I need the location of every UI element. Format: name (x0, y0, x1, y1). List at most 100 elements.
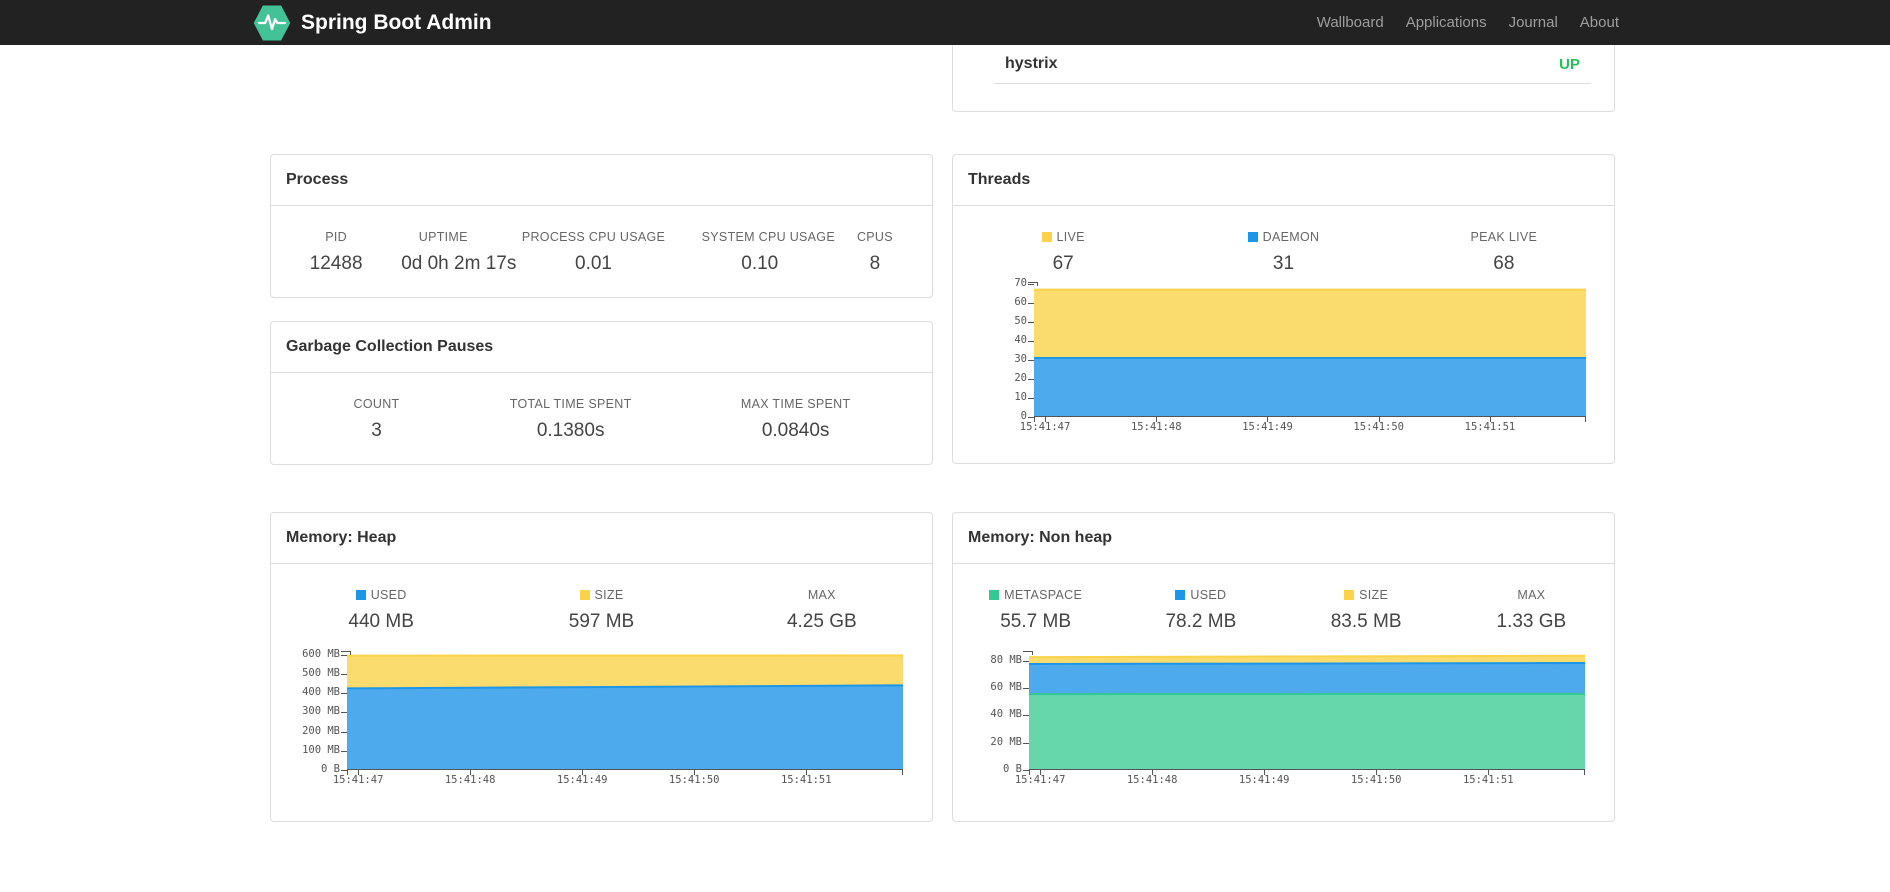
stat-value: 78.2 MB (1165, 611, 1237, 632)
stat-cpus: CPUS 8 (818, 230, 932, 275)
legend-color-swatch-icon (1041, 232, 1052, 242)
memory-nonheap-legend: METASPACE 55.7 MB USED 78.2 MB SIZE 83.5 MB MA… (953, 564, 1614, 633)
stat-value: 55.7 MB (1000, 611, 1071, 632)
stat-value: 597 MB (568, 611, 635, 632)
memory-heap-chart-plot (341, 651, 903, 775)
memory-heap-chart-x-axis: 15:41:47 15:41:48 15:41:49 15:41:50 15:41:51 (332, 774, 832, 786)
memory-heap-chart-y-axis: 600 MB 500 MB 400 MB 300 MB 200 MB 100 MB 0 B (302, 647, 340, 775)
stat-label: USED (271, 588, 491, 602)
nav-item-journal[interactable]: Journal (1498, 14, 1569, 31)
application-status-card: hystrix UP (952, 45, 1615, 112)
stat-label: MAX (1517, 588, 1546, 602)
process-card-header: Process (271, 155, 932, 206)
legend-color-swatch-icon (1247, 232, 1258, 242)
stat-label: PEAK LIVE (1470, 230, 1538, 244)
page: Spring Boot Admin Wallboard Applications… (0, 0, 1890, 892)
memory-heap-legend: USED 440 MB SIZE 597 MB MAX 4.25 GB (271, 564, 932, 633)
stat-label: USED (1118, 588, 1283, 602)
memory-heap-card: Memory: Heap USED 440 MB SIZE 597 MB MAX 4.25… (270, 512, 933, 822)
stat-label: COUNT (353, 397, 400, 411)
stat-label: PID (325, 230, 347, 244)
stat-value: 83.5 MB (1330, 611, 1402, 632)
stat-max: MAX 1.33 GB (1449, 588, 1614, 633)
nav-item-about[interactable]: About (1569, 14, 1630, 31)
spring-boot-admin-logo-icon (253, 5, 291, 40)
stat-pid: PID 12488 (271, 230, 401, 275)
application-name: hystrix (1005, 55, 1058, 72)
memory-heap-card-title: Memory: Heap (286, 529, 397, 546)
memory-nonheap-chart-y-axis: 80 MB 60 MB 40 MB 20 MB 0 B (990, 653, 1022, 775)
stat-value: 0d 0h 2m 17s (401, 253, 517, 274)
stat-size: SIZE 83.5 MB (1284, 588, 1449, 633)
stat-value: 12488 (309, 253, 363, 274)
stat-value: 0.10 (741, 253, 779, 274)
memory-nonheap-card-header: Memory: Non heap (953, 513, 1614, 564)
stat-value: 68 (1493, 253, 1515, 274)
legend-color-swatch-icon (355, 590, 366, 600)
stat-label: UPTIME (418, 230, 468, 244)
stat-live: LIVE 67 (953, 230, 1173, 275)
stat-peak-live: PEAK LIVE 68 (1394, 230, 1614, 275)
stat-label: SIZE (1284, 588, 1449, 602)
threads-card: Threads LIVE 67 DAEMON 31 PEAK LIVE 68 70 60 50… (952, 154, 1615, 464)
stat-max-time-spent: MAX TIME SPENT 0.0840s (659, 397, 932, 442)
memory-heap-card-header: Memory: Heap (271, 513, 932, 564)
memory-nonheap-chart-plot (1023, 651, 1585, 775)
stat-label: METASPACE (953, 588, 1118, 602)
stat-system-cpu-usage: SYSTEM CPU USAGE 0.10 (701, 230, 835, 275)
nav-item-applications[interactable]: Applications (1395, 14, 1498, 31)
stat-size: SIZE 597 MB (491, 588, 711, 633)
application-row-hystrix[interactable]: hystrix UP (994, 45, 1591, 84)
process-card-title: Process (286, 171, 349, 188)
stat-value: 0.0840s (761, 420, 830, 441)
legend-color-swatch-icon (579, 590, 590, 600)
threads-chart: 70 60 50 40 30 20 10 0 15:41:47 15:41:48 15:41:49… (953, 276, 1614, 433)
legend-color-swatch-icon (1344, 590, 1355, 600)
process-stats: PID 12488 UPTIME 0d 0h 2m 17s PROCESS CPU US… (271, 206, 932, 275)
threads-card-header: Threads (953, 155, 1614, 206)
stat-daemon: DAEMON 31 (1173, 230, 1393, 275)
brand-title: Spring Boot Admin (301, 10, 492, 34)
stat-value: 8 (869, 253, 881, 274)
memory-heap-chart: 600 MB 500 MB 400 MB 300 MB 200 MB 100 MB 0 B … (271, 647, 932, 786)
stat-label: MAX TIME SPENT (740, 397, 851, 411)
stat-value: 3 (371, 420, 382, 441)
brand-link[interactable]: Spring Boot Admin (253, 0, 492, 45)
stat-label: SIZE (491, 588, 711, 602)
stat-value: 0.1380s (536, 420, 605, 441)
stat-used: USED 440 MB (271, 588, 491, 633)
stat-label: MAX (807, 588, 836, 602)
legend-color-swatch-icon (1175, 590, 1186, 600)
stat-count: COUNT 3 (271, 397, 482, 442)
memory-nonheap-card-title: Memory: Non heap (968, 529, 1113, 546)
stat-label: CPUS (856, 230, 893, 244)
navbar: Spring Boot Admin Wallboard Applications… (0, 0, 1890, 45)
stat-total-time-spent: TOTAL TIME SPENT 0.1380s (482, 397, 659, 442)
process-card: Process PID 12488 UPTIME 0d 0h 2m 17s PROCES… (270, 154, 933, 298)
nav-item-wallboard[interactable]: Wallboard (1306, 14, 1395, 31)
nav-links: Wallboard Applications Journal About (1306, 0, 1630, 45)
stat-value: 0.01 (575, 253, 612, 274)
stat-label: DAEMON (1173, 230, 1393, 244)
legend-color-swatch-icon (989, 590, 1000, 600)
stat-label: SYSTEM CPU USAGE (701, 230, 835, 244)
threads-chart-y-axis: 70 60 50 40 30 20 10 0 (1014, 276, 1027, 422)
memory-nonheap-chart: 80 MB 60 MB 40 MB 20 MB 0 B 15:41:47 15:41:48… (953, 651, 1614, 786)
stat-label: LIVE (953, 230, 1173, 244)
stat-max: MAX 4.25 GB (712, 588, 932, 633)
gc-pauses-card-title: Garbage Collection Pauses (286, 338, 494, 355)
gc-pauses-stats: COUNT 3 TOTAL TIME SPENT 0.1380s MAX TIME SP… (271, 373, 932, 442)
stat-value: 31 (1272, 253, 1295, 274)
stat-value: 1.33 GB (1496, 611, 1567, 632)
stat-value: 440 MB (348, 611, 414, 632)
stat-process-cpu-usage: PROCESS CPU USAGE 0.01 (485, 230, 701, 275)
stat-value: 4.25 GB (786, 611, 857, 632)
stat-value: 67 (1052, 253, 1074, 274)
stat-metaspace: METASPACE 55.7 MB (953, 588, 1118, 633)
gc-pauses-card: Garbage Collection Pauses COUNT 3 TOTAL TI… (270, 321, 933, 465)
stat-uptime: UPTIME 0d 0h 2m 17s (401, 230, 517, 275)
memory-nonheap-card: Memory: Non heap METASPACE 55.7 MB USED 78.… (952, 512, 1615, 822)
threads-card-title: Threads (968, 171, 1031, 188)
stat-used: USED 78.2 MB (1118, 588, 1283, 633)
application-status-badge: UP (1559, 55, 1580, 73)
